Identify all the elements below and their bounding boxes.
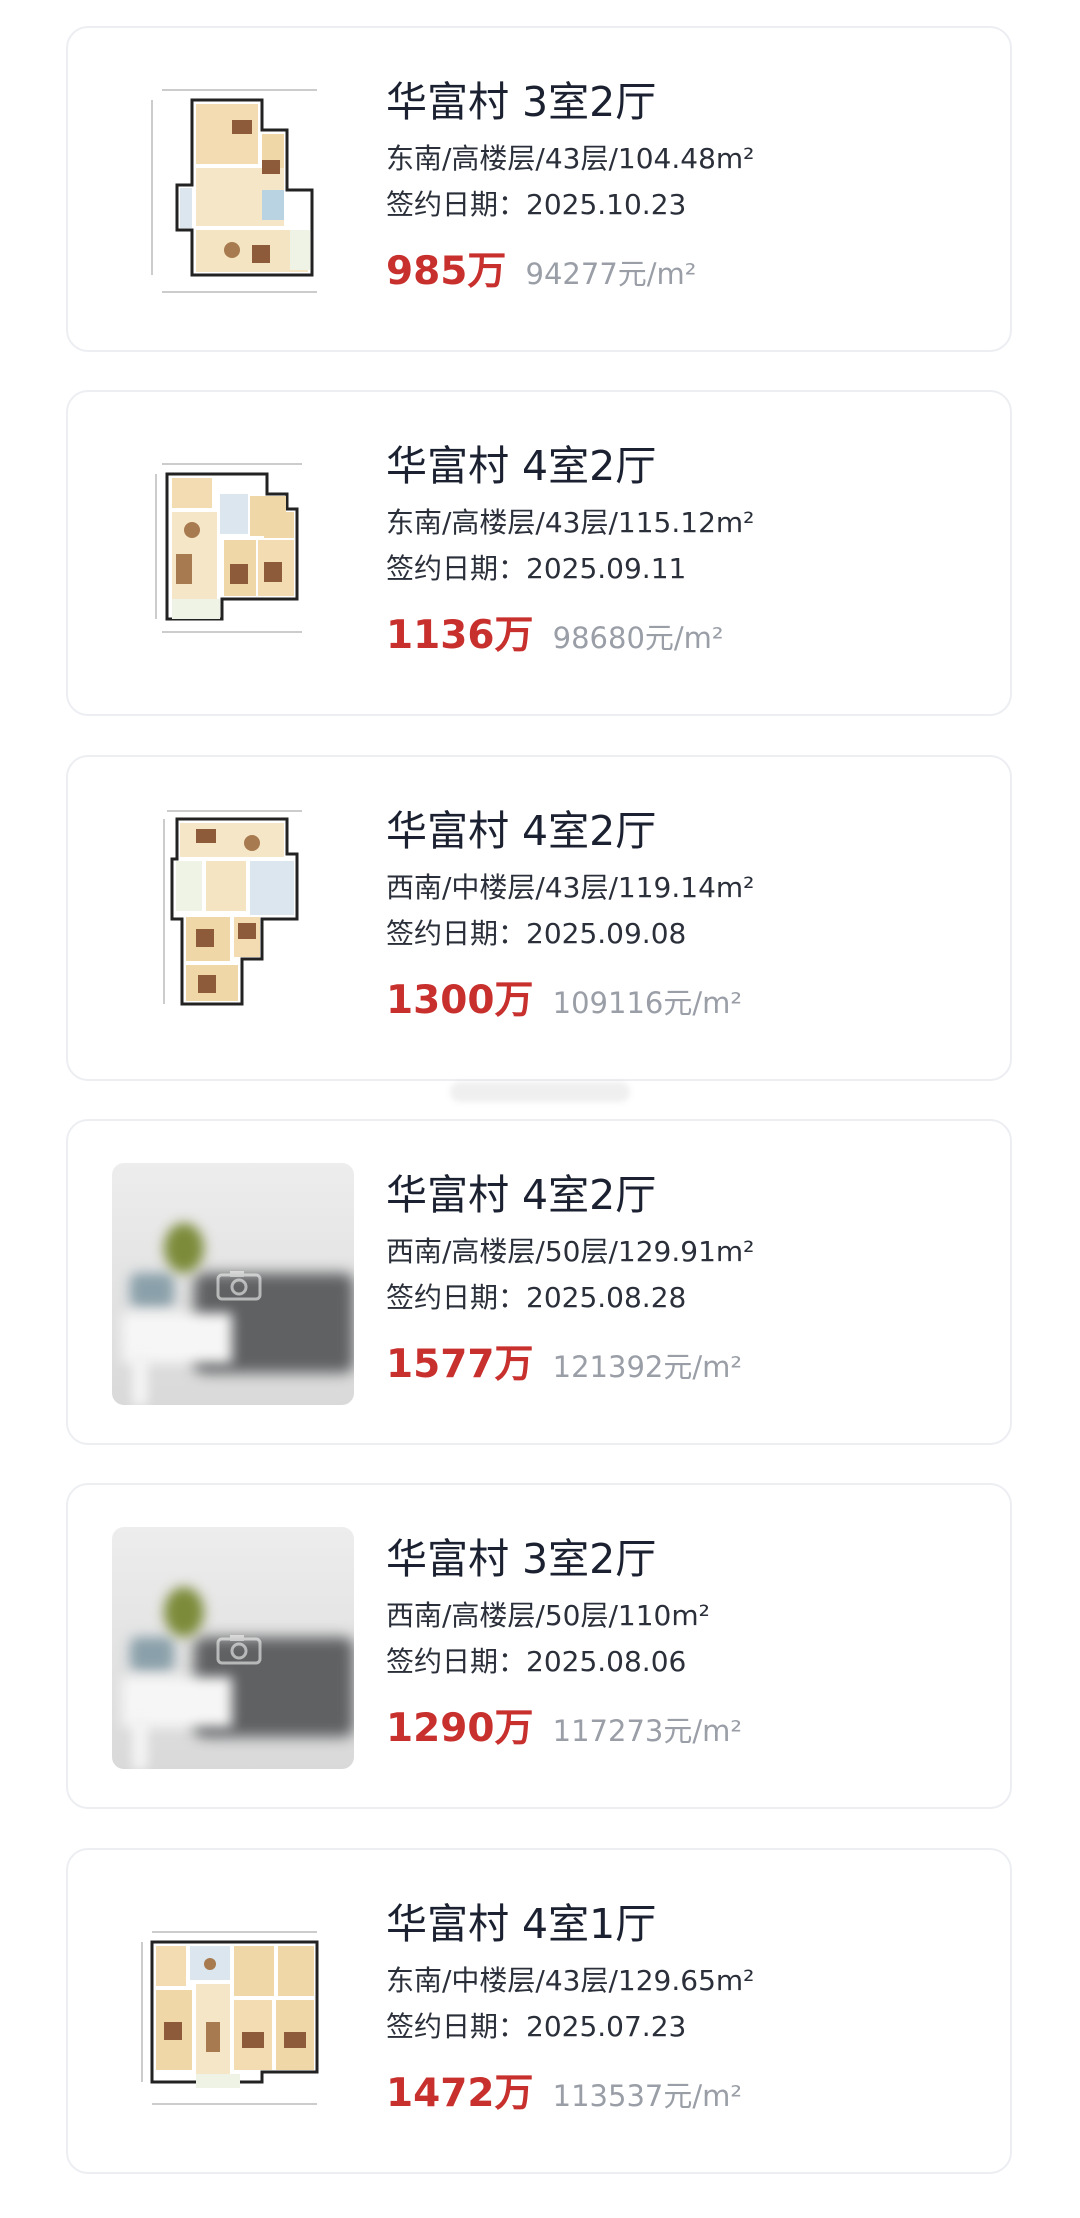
unit-price: 117273元/m² bbox=[552, 1714, 742, 1748]
total-price: 1300万 bbox=[386, 978, 534, 1023]
floorplan-icon bbox=[112, 799, 354, 1041]
listing-details: 东南/高楼层/43层/115.12m² bbox=[386, 506, 755, 539]
pillow-shape bbox=[130, 1273, 174, 1307]
unit-price: 113537元/m² bbox=[552, 2079, 742, 2113]
total-price: 1290万 bbox=[386, 1706, 534, 1751]
listing-card[interactable]: 华富村 3室2厅 西南/高楼层/50层/110m² 签约日期：2025.08.0… bbox=[66, 1483, 1012, 1809]
transaction-list: 华富村 3室2厅 东南/高楼层/43层/104.48m² 签约日期：2025.1… bbox=[0, 0, 1080, 2218]
listing-details: 东南/高楼层/43层/104.48m² bbox=[386, 142, 755, 175]
signing-date: 签约日期：2025.09.11 bbox=[386, 552, 687, 585]
floorplan-icon bbox=[112, 70, 354, 312]
unit-price: 98680元/m² bbox=[552, 621, 724, 655]
floorplan-icon bbox=[112, 1892, 354, 2134]
listing-details: 西南/中楼层/43层/119.14m² bbox=[386, 871, 755, 904]
listing-card[interactable]: 华富村 3室2厅 东南/高楼层/43层/104.48m² 签约日期：2025.1… bbox=[66, 26, 1012, 352]
listing-info: 华富村 4室2厅 东南/高楼层/43层/115.12m² 签约日期：2025.0… bbox=[386, 440, 990, 662]
floorplan-thumbnail bbox=[112, 1892, 354, 2134]
listing-card[interactable]: 华富村 4室2厅 东南/高楼层/43层/115.12m² 签约日期：2025.0… bbox=[66, 390, 1012, 716]
listing-info: 华富村 4室2厅 西南/高楼层/50层/129.91m² 签约日期：2025.0… bbox=[386, 1169, 990, 1391]
listing-title: 华富村 4室2厅 bbox=[386, 442, 657, 490]
listing-card[interactable]: 华富村 4室1厅 东南/中楼层/43层/129.65m² 签约日期：2025.0… bbox=[66, 1848, 1012, 2174]
listing-details: 西南/高楼层/50层/110m² bbox=[386, 1599, 710, 1632]
listing-details: 西南/高楼层/50层/129.91m² bbox=[386, 1235, 755, 1268]
table-leg-shape bbox=[132, 1353, 148, 1405]
floorplan-thumbnail bbox=[112, 70, 354, 312]
signing-date: 签约日期：2025.08.28 bbox=[386, 1281, 687, 1314]
signing-date: 签约日期：2025.09.08 bbox=[386, 917, 687, 950]
signing-date: 签约日期：2025.07.23 bbox=[386, 2010, 687, 2043]
listing-card[interactable]: 华富村 4室2厅 西南/中楼层/43层/119.14m² 签约日期：2025.0… bbox=[66, 755, 1012, 1081]
listing-title: 华富村 3室2厅 bbox=[386, 1535, 657, 1583]
listing-title: 华富村 4室1厅 bbox=[386, 1900, 657, 1948]
listing-info: 华富村 3室2厅 东南/高楼层/43层/104.48m² 签约日期：2025.1… bbox=[386, 76, 990, 298]
price-row: 1300万 109116元/m² bbox=[386, 975, 990, 1027]
watermark-image bbox=[450, 1082, 630, 1102]
placeholder-photo bbox=[112, 1527, 354, 1769]
unit-price: 121392元/m² bbox=[552, 1350, 742, 1384]
camera-icon bbox=[216, 1635, 262, 1665]
table-leg-shape bbox=[132, 1717, 148, 1769]
pillow-shape bbox=[130, 1637, 174, 1671]
price-row: 1290万 117273元/m² bbox=[386, 1703, 990, 1755]
floorplan-thumbnail bbox=[112, 434, 354, 676]
floorplan-icon bbox=[112, 434, 354, 676]
placeholder-photo bbox=[112, 1163, 354, 1405]
price-row: 985万 94277元/m² bbox=[386, 246, 990, 298]
price-row: 1577万 121392元/m² bbox=[386, 1339, 990, 1391]
listing-title: 华富村 4室2厅 bbox=[386, 1171, 657, 1219]
price-row: 1136万 98680元/m² bbox=[386, 610, 990, 662]
unit-price: 109116元/m² bbox=[552, 986, 742, 1020]
unit-price: 94277元/m² bbox=[525, 257, 697, 291]
signing-date: 签约日期：2025.08.06 bbox=[386, 1645, 687, 1678]
floorplan-thumbnail bbox=[112, 799, 354, 1041]
listing-title: 华富村 3室2厅 bbox=[386, 78, 657, 126]
camera-icon bbox=[216, 1271, 262, 1301]
listing-card[interactable]: 华富村 4室2厅 西南/高楼层/50层/129.91m² 签约日期：2025.0… bbox=[66, 1119, 1012, 1445]
listing-info: 华富村 4室1厅 东南/中楼层/43层/129.65m² 签约日期：2025.0… bbox=[386, 1898, 990, 2120]
listing-info: 华富村 3室2厅 西南/高楼层/50层/110m² 签约日期：2025.08.0… bbox=[386, 1533, 990, 1755]
listing-title: 华富村 4室2厅 bbox=[386, 807, 657, 855]
total-price: 985万 bbox=[386, 249, 507, 294]
plant-shape bbox=[164, 1223, 204, 1273]
total-price: 1472万 bbox=[386, 2071, 534, 2116]
plant-shape bbox=[164, 1587, 204, 1637]
total-price: 1577万 bbox=[386, 1342, 534, 1387]
total-price: 1136万 bbox=[386, 613, 534, 658]
listing-info: 华富村 4室2厅 西南/中楼层/43层/119.14m² 签约日期：2025.0… bbox=[386, 805, 990, 1027]
price-row: 1472万 113537元/m² bbox=[386, 2068, 990, 2120]
signing-date: 签约日期：2025.10.23 bbox=[386, 188, 687, 221]
listing-details: 东南/中楼层/43层/129.65m² bbox=[386, 1964, 755, 1997]
